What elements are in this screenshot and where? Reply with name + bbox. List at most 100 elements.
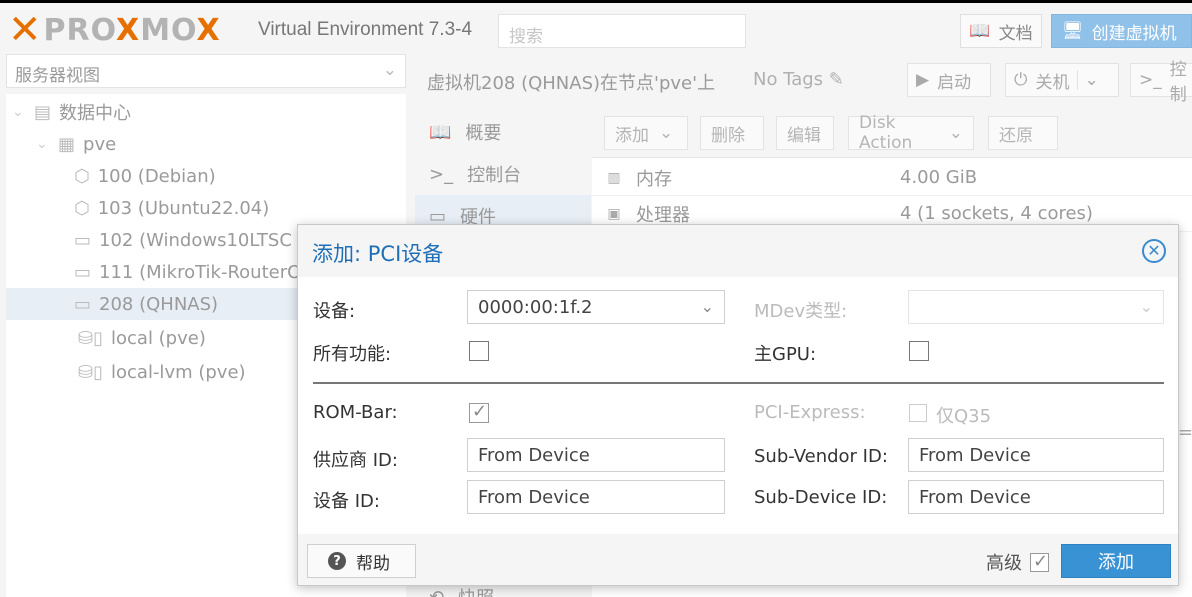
- subvendor-id-input[interactable]: From Device: [908, 438, 1164, 472]
- mdev-type-select[interactable]: ⌄: [908, 290, 1164, 324]
- device-select[interactable]: 0000:00:1f.2 ⌄: [467, 290, 725, 324]
- pencil-icon: ✎: [828, 69, 844, 90]
- chevron-down-icon: ⌄: [948, 123, 963, 143]
- menu-item-summary[interactable]: 📖 概要: [415, 111, 591, 153]
- hw-edit-label: 编辑: [787, 125, 821, 146]
- terminal-icon: >_: [429, 163, 454, 185]
- pcie-checkbox[interactable]: [909, 404, 927, 422]
- divider: [313, 382, 1164, 384]
- subvendor-id-placeholder: From Device: [919, 445, 1031, 466]
- chevron-down-icon: ⌄: [382, 60, 397, 80]
- dialog-footer: ? 帮助 高级 ✓ 添加: [298, 534, 1178, 585]
- console-button[interactable]: >_ 控制: [1130, 60, 1192, 105]
- device-select-value: 0000:00:1f.2: [478, 297, 593, 318]
- top-bar: ✕ PROXMOX Virtual Environment 7.3-4 搜索 📖…: [0, 0, 1192, 54]
- tree-item-node-pve[interactable]: ⌄ ▦ pve: [36, 128, 116, 160]
- add-pci-device-dialog: 添加: PCI设备 ✕ 设备: 0000:00:1f.2 ⌄ MDev类型: ⌄…: [297, 224, 1179, 586]
- help-button[interactable]: ? 帮助: [307, 544, 416, 578]
- subdevice-id-input[interactable]: From Device: [908, 480, 1164, 514]
- tree-item-vm-111[interactable]: ▭ 111 (MikroTik-RouterO: [74, 256, 301, 288]
- chevron-down-icon: ⌄: [1139, 297, 1153, 316]
- start-button[interactable]: ▶ 启动: [907, 63, 991, 97]
- dialog-title: 添加: PCI设备: [312, 242, 444, 266]
- rombar-checkbox[interactable]: ✓: [469, 401, 489, 423]
- rombar-label: ROM-Bar:: [313, 402, 398, 423]
- tree-item-vm-103[interactable]: ⬡ 103 (Ubuntu22.04): [74, 192, 269, 224]
- advanced-label: 高级: [986, 553, 1022, 574]
- monitor-icon: 🖥: [1062, 21, 1084, 41]
- server-rack-icon: ▤: [34, 101, 52, 123]
- tree-item-storage-local-lvm[interactable]: ⛁▯ local-lvm (pve): [78, 356, 246, 388]
- menu-item-label: 控制台: [467, 165, 522, 186]
- pcie-label: PCI-Express:: [754, 402, 866, 423]
- start-label: 启动: [937, 72, 972, 93]
- hw-add-button[interactable]: 添加 ⌄: [604, 116, 688, 150]
- device-label: 设备:: [313, 301, 356, 322]
- proxmox-logo: ✕ PROXMOX: [8, 10, 221, 50]
- view-selector-value: 服务器视图: [15, 66, 100, 86]
- disk-action-label: Disk Action: [859, 113, 913, 153]
- terminal-icon: >_: [1139, 70, 1162, 90]
- tags-label: No Tags: [753, 69, 824, 90]
- memory-icon: ▥: [607, 169, 621, 186]
- add-button[interactable]: 添加: [1061, 544, 1171, 578]
- view-selector[interactable]: 服务器视图 ⌄: [6, 54, 406, 88]
- tree-item-vm-100[interactable]: ⬡ 100 (Debian): [74, 160, 216, 192]
- hw-remove-button[interactable]: 删除: [700, 116, 764, 150]
- tags-editor[interactable]: No Tags ✎: [753, 69, 844, 90]
- help-label: 帮助: [356, 553, 390, 574]
- device-id-placeholder: From Device: [478, 487, 590, 508]
- container-icon: ⬡: [74, 197, 90, 219]
- create-vm-label: 创建虚拟机: [1091, 23, 1177, 44]
- shutdown-button[interactable]: ⏻ 关机 ⌄: [1005, 63, 1119, 97]
- hw-edit-button[interactable]: 编辑: [776, 116, 834, 150]
- menu-item-console[interactable]: >_ 控制台: [415, 153, 591, 195]
- create-vm-button[interactable]: 🖥 创建虚拟机: [1051, 14, 1192, 48]
- device-id-input[interactable]: From Device: [467, 480, 725, 514]
- play-icon: ▶: [916, 70, 930, 90]
- dialog-header: 添加: PCI设备 ✕: [298, 225, 1178, 277]
- pcie-option-label: 仅Q35: [936, 406, 992, 427]
- expand-toggle-icon: ⌄: [36, 136, 48, 152]
- question-icon: ?: [328, 552, 346, 570]
- hw-row-value: 4 (1 sockets, 4 cores): [900, 203, 1093, 224]
- docs-button[interactable]: 📖 文档: [960, 14, 1042, 48]
- tree-item-label: 100 (Debian): [97, 165, 216, 187]
- all-functions-checkbox[interactable]: [469, 341, 489, 361]
- storage-icon: ⛁▯: [78, 361, 103, 383]
- subdevice-id-label: Sub-Device ID:: [754, 487, 888, 508]
- tree-item-label: local (pve): [111, 327, 206, 349]
- tree-item-label: local-lvm (pve): [111, 361, 246, 383]
- disk-action-button[interactable]: Disk Action ⌄: [848, 113, 974, 153]
- tree-item-datacenter[interactable]: ⌄ ▤ 数据中心: [12, 96, 131, 128]
- close-icon[interactable]: ✕: [1142, 239, 1166, 263]
- shutdown-label: 关机: [1035, 72, 1070, 93]
- advanced-toggle[interactable]: 高级 ✓: [986, 549, 1049, 575]
- vm-monitor-icon: ▭: [74, 261, 92, 283]
- vendor-id-input[interactable]: From Device: [467, 438, 725, 472]
- tree-item-label: 111 (MikroTik-RouterO: [99, 261, 302, 283]
- clipped-row-text: =v: [1178, 422, 1192, 443]
- node-online-icon: ▦: [58, 133, 76, 155]
- tree-item-label: 103 (Ubuntu22.04): [97, 197, 270, 219]
- hw-remove-label: 删除: [711, 125, 745, 146]
- vendor-id-placeholder: From Device: [478, 445, 590, 466]
- console-label: 控制: [1169, 60, 1187, 105]
- checkmark-icon: ✓: [1033, 550, 1049, 572]
- primary-gpu-label: 主GPU:: [754, 344, 817, 365]
- mdev-type-label: MDev类型:: [754, 301, 848, 322]
- product-version: Virtual Environment 7.3-4: [258, 19, 473, 40]
- tree-item-vm-102[interactable]: ▭ 102 (Windows10LTSC: [74, 224, 292, 256]
- primary-gpu-checkbox[interactable]: [909, 341, 929, 361]
- tree-item-storage-local[interactable]: ⛁▯ local (pve): [78, 322, 206, 354]
- vm-monitor-icon: ▭: [74, 293, 92, 315]
- snapshot-icon: ⟲: [429, 586, 445, 597]
- chevron-down-icon[interactable]: ⌄: [1077, 70, 1099, 90]
- table-row[interactable]: ▥ 内存 4.00 GiB: [592, 160, 1192, 196]
- chevron-down-icon: ⌄: [659, 123, 674, 143]
- hw-revert-label: 还原: [999, 125, 1033, 146]
- subvendor-id-label: Sub-Vendor ID:: [754, 446, 888, 467]
- advanced-checkbox[interactable]: ✓: [1030, 550, 1049, 572]
- search-input[interactable]: 搜索: [498, 14, 746, 48]
- hw-revert-button[interactable]: 还原: [988, 116, 1058, 150]
